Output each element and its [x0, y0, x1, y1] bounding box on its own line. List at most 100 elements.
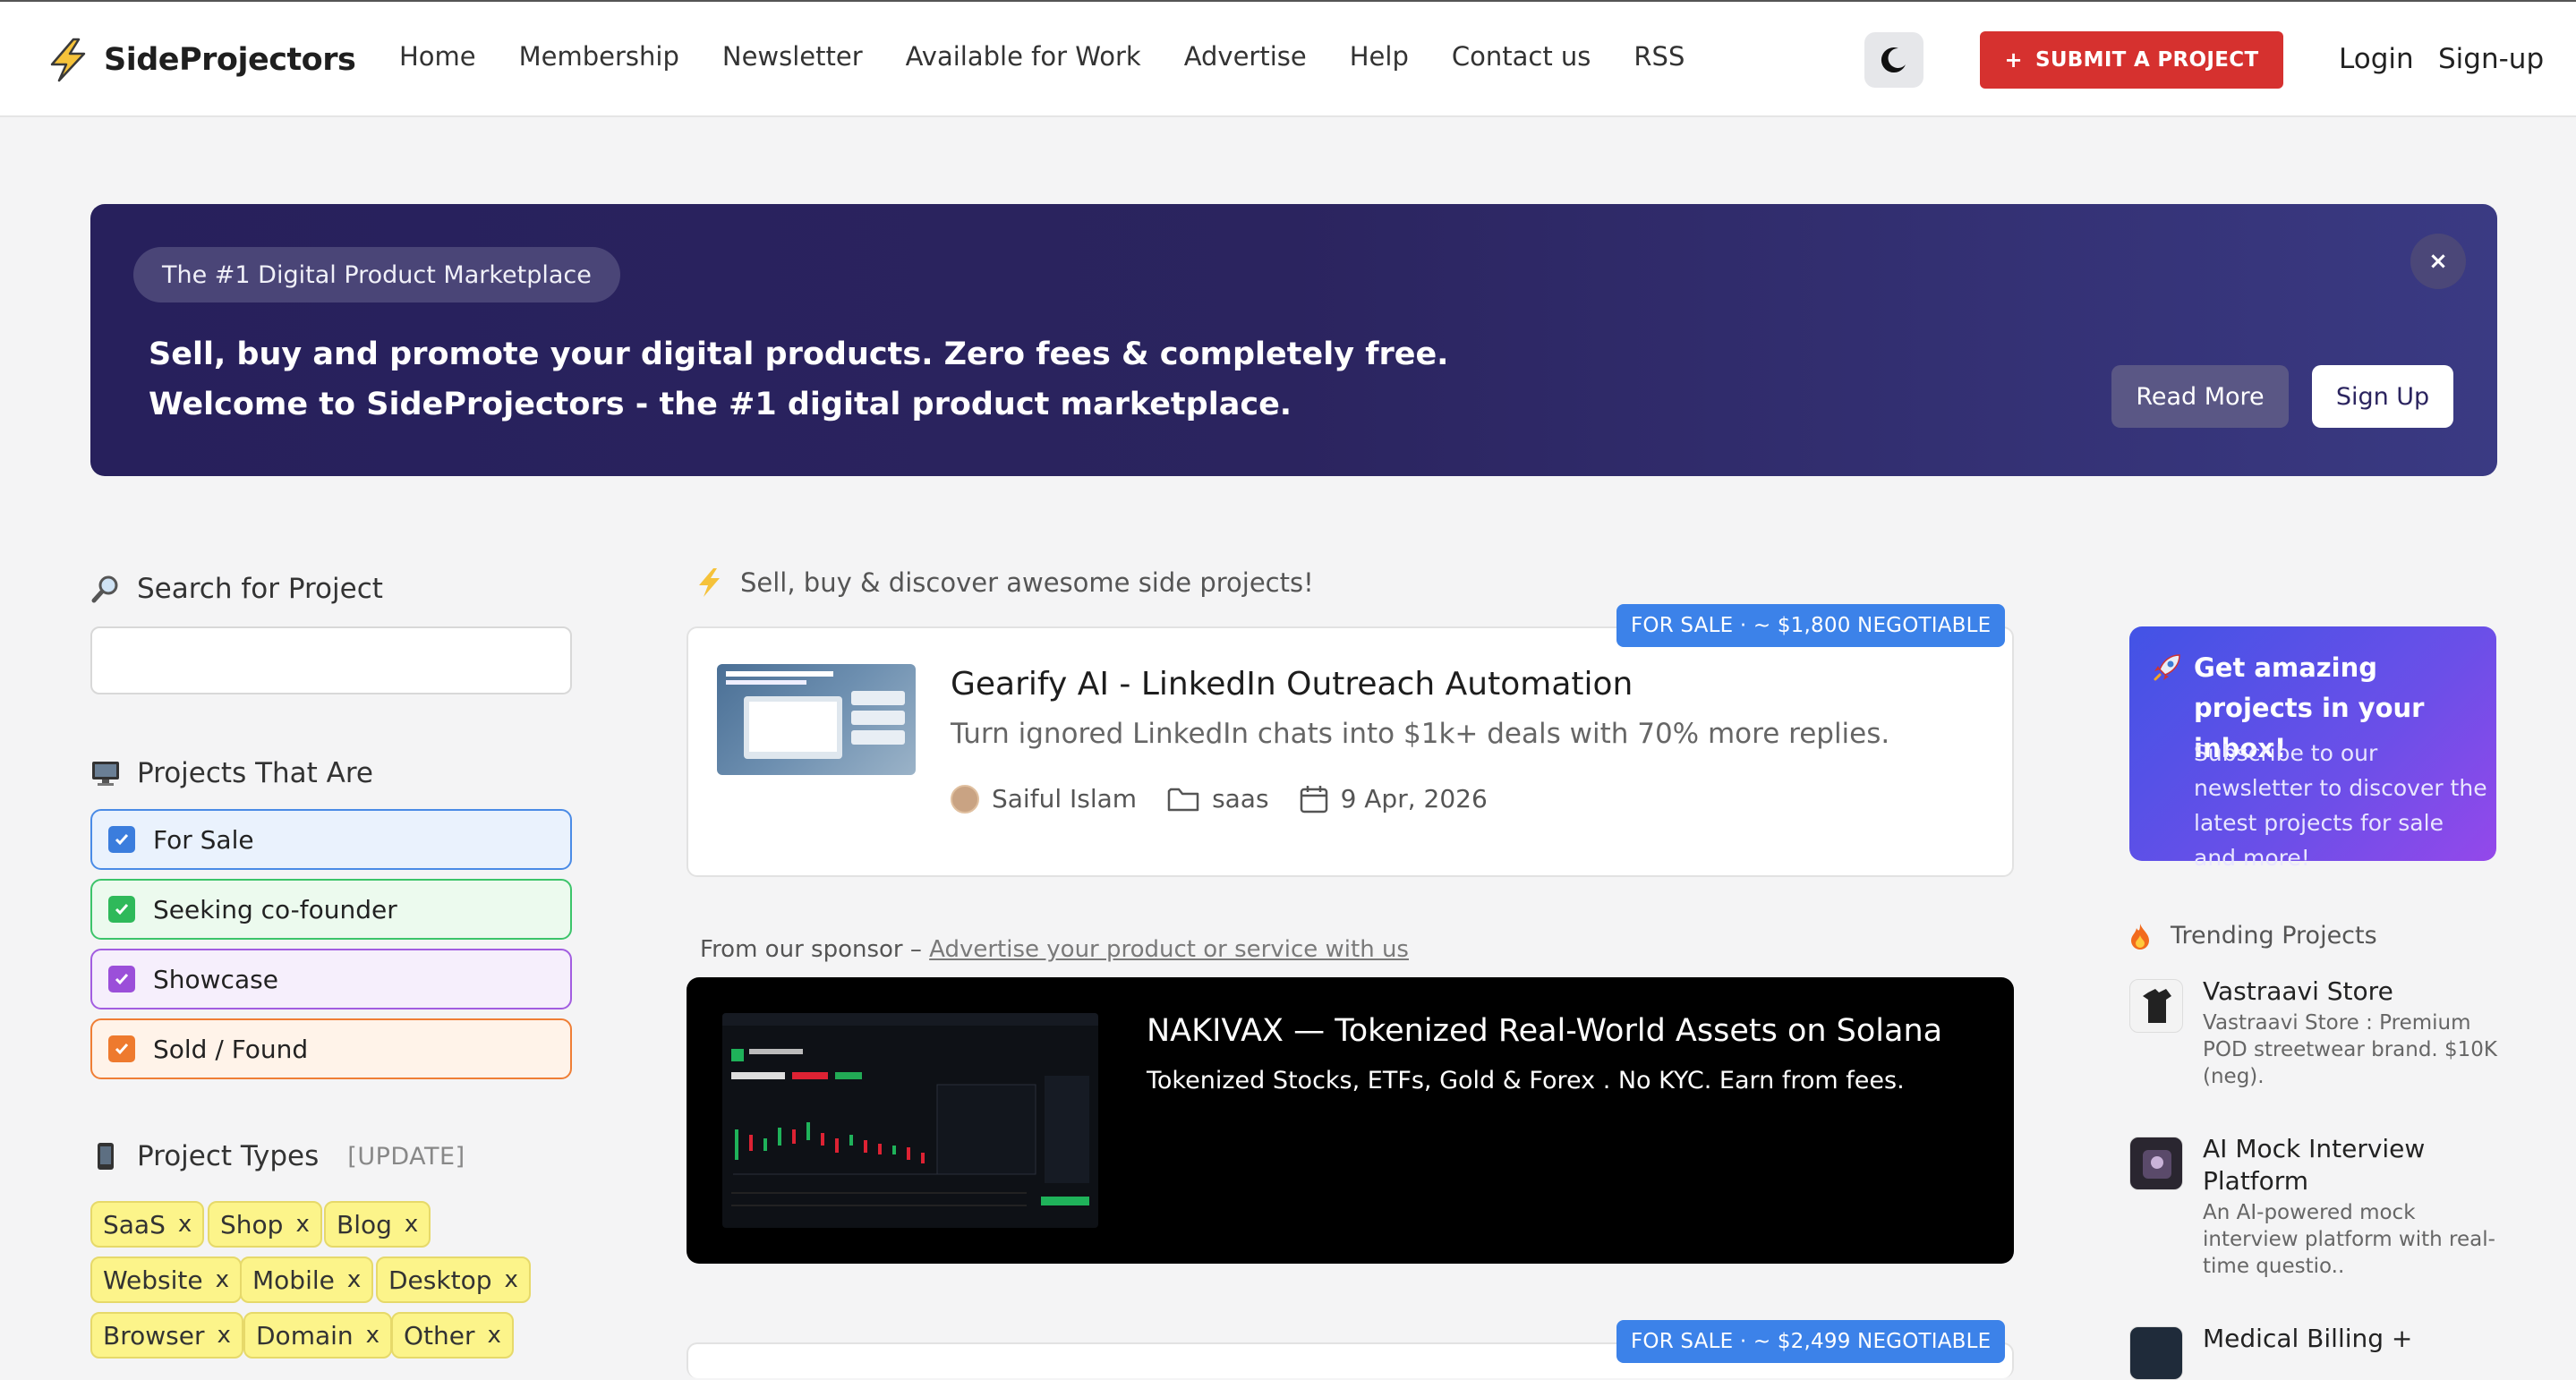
tag-remove-icon[interactable]: x	[295, 1211, 309, 1238]
lightning-icon	[699, 568, 720, 597]
tag-label: Mobile	[252, 1265, 335, 1295]
newsletter-card[interactable]: Get amazing projects in your inbox! Subs…	[2129, 626, 2496, 871]
price-badge: FOR SALE · ~ $2,499 NEGOTIABLE	[1616, 1320, 2006, 1363]
project-title[interactable]: Gearify AI - LinkedIn Outreach Automatio…	[951, 666, 1633, 703]
type-tag-website[interactable]: Website x	[90, 1256, 243, 1303]
nav-help[interactable]: Help	[1350, 41, 1409, 72]
type-tag-shop[interactable]: Shop x	[208, 1201, 322, 1248]
trending-description: Vastraavi Store : Premium POD streetwear…	[2203, 1011, 2498, 1088]
tag-remove-icon[interactable]: x	[178, 1211, 192, 1238]
price-badge: FOR SALE · ~ $1,800 NEGOTIABLE	[1616, 604, 2006, 647]
filter-label: Seeking co-founder	[153, 894, 397, 924]
tag-label: Blog	[337, 1209, 392, 1239]
search-heading: Search for Project	[90, 573, 383, 605]
type-tag-saas[interactable]: SaaS x	[90, 1201, 205, 1248]
type-tag-browser[interactable]: Browser x	[90, 1312, 243, 1359]
main-nav: Home Membership Newsletter Available for…	[399, 41, 1727, 72]
mobile-phone-icon	[90, 1142, 121, 1171]
project-category[interactable]: saas	[1167, 784, 1269, 814]
author-name: Saiful Islam	[992, 784, 1138, 814]
dark-mode-toggle[interactable]	[1864, 32, 1923, 88]
sponsor-prefix: From our sponsor –	[700, 936, 930, 963]
filter-label: For Sale	[153, 824, 254, 855]
trending-name[interactable]: Vastraavi Store	[2203, 975, 2498, 1008]
top-navbar: SideProjectors Home Membership Newslette…	[0, 0, 2576, 117]
trending-name[interactable]: Medical Billing +	[2203, 1323, 2498, 1355]
trending-description: An AI-powered mock interview platform wi…	[2203, 1201, 2495, 1278]
nav-advertise[interactable]: Advertise	[1184, 41, 1307, 72]
checkbox-checked-icon[interactable]	[108, 826, 135, 853]
tag-label: Website	[103, 1265, 203, 1295]
checkbox-checked-icon[interactable]	[108, 1035, 135, 1062]
nav-home[interactable]: Home	[399, 41, 476, 72]
moon-icon	[1881, 47, 1906, 73]
signup-link[interactable]: Sign-up	[2438, 43, 2544, 75]
project-thumbnail[interactable]	[717, 664, 916, 775]
tag-remove-icon[interactable]: x	[488, 1322, 501, 1349]
type-tag-desktop[interactable]: Desktop x	[376, 1256, 531, 1303]
banner-sign-up-button[interactable]: Sign Up	[2312, 365, 2453, 428]
magnifier-icon	[90, 574, 121, 604]
project-description: Turn ignored LinkedIn chats into $1k+ de…	[951, 718, 1890, 750]
type-tag-blog[interactable]: Blog x	[324, 1201, 431, 1248]
nav-contact-us[interactable]: Contact us	[1452, 41, 1591, 72]
tag-label: Desktop	[388, 1265, 492, 1295]
sponsor-description: Tokenized Stocks, ETFs, Gold & Forex . N…	[1147, 1067, 1905, 1095]
trending-thumbnail[interactable]	[2129, 1326, 2183, 1380]
tag-label: Shop	[220, 1209, 284, 1239]
tag-remove-icon[interactable]: x	[216, 1266, 229, 1293]
filter-label: Sold / Found	[153, 1034, 309, 1064]
sponsor-title[interactable]: NAKIVAX — Tokenized Real-World Assets on…	[1147, 1013, 1942, 1049]
tag-label: Browser	[103, 1320, 205, 1350]
banner-close-button[interactable]: ×	[2410, 234, 2466, 289]
banner-subheadline: Welcome to SideProjectors - the #1 digit…	[149, 387, 1292, 422]
tag-remove-icon[interactable]: x	[504, 1266, 517, 1293]
advertise-link[interactable]: Advertise your product or service with u…	[929, 936, 1409, 963]
tag-label: Other	[404, 1320, 475, 1350]
nav-rss[interactable]: RSS	[1633, 41, 1685, 72]
project-author[interactable]: Saiful Islam	[951, 784, 1137, 814]
type-tag-domain[interactable]: Domain x	[243, 1312, 393, 1359]
nav-newsletter[interactable]: Newsletter	[722, 41, 863, 72]
submit-project-button[interactable]: + SUBMIT A PROJECT	[1980, 31, 2283, 89]
brand-logo[interactable]: SideProjectors	[47, 38, 356, 82]
plus-icon: +	[2004, 47, 2023, 72]
checkbox-checked-icon[interactable]	[108, 896, 135, 923]
checkbox-checked-icon[interactable]	[108, 966, 135, 992]
tag-remove-icon[interactable]: x	[347, 1266, 361, 1293]
filter-for-sale[interactable]: For Sale	[90, 809, 572, 870]
tag-remove-icon[interactable]: x	[366, 1322, 380, 1349]
author-avatar	[951, 784, 979, 814]
filter-sold-found[interactable]: Sold / Found	[90, 1018, 572, 1079]
sponsor-thumbnail[interactable]	[722, 1013, 1098, 1228]
nav-membership[interactable]: Membership	[519, 41, 679, 72]
search-heading-label: Search for Project	[137, 573, 383, 605]
sponsor-card[interactable]: NAKIVAX — Tokenized Real-World Assets on…	[687, 977, 2014, 1264]
project-card[interactable]: Gearify AI - LinkedIn Outreach Automatio…	[687, 626, 2014, 877]
trending-thumbnail[interactable]	[2129, 1137, 2183, 1190]
type-tag-other[interactable]: Other x	[391, 1312, 514, 1359]
nav-available-for-work[interactable]: Available for Work	[906, 41, 1141, 72]
read-more-button[interactable]: Read More	[2111, 365, 2289, 428]
login-link[interactable]: Login	[2339, 43, 2414, 75]
trending-name[interactable]: AI Mock Interview Platform	[2203, 1133, 2498, 1197]
search-input[interactable]	[90, 626, 572, 694]
project-types-update-link[interactable]: [UPDATE]	[347, 1143, 465, 1171]
banner-pill: The #1 Digital Product Marketplace	[133, 247, 620, 302]
welcome-banner: The #1 Digital Product Marketplace Sell,…	[90, 204, 2497, 476]
project-types-label: Project Types	[137, 1140, 320, 1172]
filter-showcase[interactable]: Showcase	[90, 949, 572, 1009]
trending-thumbnail[interactable]	[2129, 979, 2183, 1033]
type-tag-mobile[interactable]: Mobile x	[240, 1256, 374, 1303]
main-heading-label: Sell, buy & discover awesome side projec…	[740, 567, 1314, 598]
brand-name: SideProjectors	[104, 42, 356, 78]
category-label: saas	[1212, 784, 1269, 814]
lightning-logo-icon	[50, 38, 86, 82]
tag-remove-icon[interactable]: x	[217, 1322, 230, 1349]
tag-remove-icon[interactable]: x	[405, 1211, 418, 1238]
rocket-icon	[2154, 654, 2180, 681]
trending-heading: Trending Projects	[2129, 922, 2377, 950]
filters-heading-label: Projects That Are	[137, 757, 373, 789]
project-date: 9 Apr, 2026	[1300, 784, 1488, 814]
filter-seeking-cofounder[interactable]: Seeking co-founder	[90, 879, 572, 940]
